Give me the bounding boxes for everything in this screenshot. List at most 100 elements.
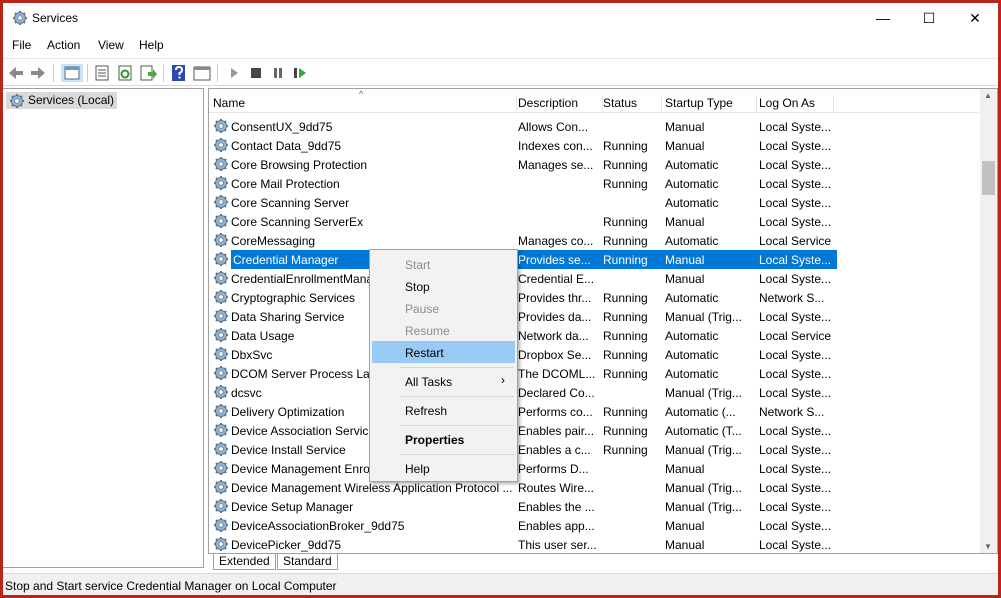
tab-extended[interactable]: Extended xyxy=(213,554,276,570)
service-row[interactable]: Data Usage Network da... Running Automatic L… xyxy=(209,326,979,345)
cell-log-on-as: Local Syste... xyxy=(759,367,832,381)
cell-startup-type: Manual (Trig... xyxy=(665,443,742,457)
column-log-on-as[interactable]: Log On As xyxy=(759,96,834,113)
menu-item-restart[interactable]: Restart xyxy=(372,341,515,363)
menu-action[interactable]: Action xyxy=(47,38,80,52)
vertical-scrollbar[interactable]: ▲ ▼ xyxy=(980,89,997,553)
service-row[interactable]: ConsentUX_9dd75 Allows Con... Manual Local … xyxy=(209,117,979,136)
service-row[interactable]: Contact Data_9dd75 Indexes con... Running M… xyxy=(209,136,979,155)
service-row[interactable]: Core Scanning ServerEx Running Manual Local… xyxy=(209,212,979,231)
column-description[interactable]: Description xyxy=(518,96,603,113)
show-action-pane-icon[interactable] xyxy=(193,64,211,82)
service-row[interactable]: CredentialEnrollmentManagerUserSvc_9dd75… xyxy=(209,269,979,288)
toolbar-separator xyxy=(163,64,164,82)
cell-log-on-as: Local Syste... xyxy=(759,120,832,134)
cell-log-on-as: Local Syste... xyxy=(759,538,832,552)
cell-log-on-as: Local Service xyxy=(759,329,832,343)
service-row[interactable]: Device Management Wireless Application P… xyxy=(209,478,979,497)
service-gear-icon xyxy=(213,308,229,324)
service-row[interactable]: dcsvc Declared Co... Manual (Trig... Local … xyxy=(209,383,979,402)
refresh-icon[interactable] xyxy=(116,64,134,82)
menu-separator xyxy=(400,396,514,397)
service-gear-icon xyxy=(213,384,229,400)
cell-log-on-as: Local Syste... xyxy=(759,215,832,229)
service-row[interactable]: DevicePicker_9dd75 This user ser... Manual… xyxy=(209,535,979,554)
cell-description: Manages co... xyxy=(518,234,594,248)
service-gear-icon xyxy=(213,441,229,457)
column-name[interactable]: Name xyxy=(213,96,517,113)
menu-separator xyxy=(400,425,514,426)
menu-view[interactable]: View xyxy=(98,38,124,52)
cell-startup-type: Manual xyxy=(665,538,705,552)
cell-log-on-as: Local Syste... xyxy=(759,386,832,400)
export-list-icon[interactable] xyxy=(139,64,157,82)
maximize-button[interactable]: ☐ xyxy=(906,3,952,33)
service-row[interactable]: DCOM Server Process Launcher The DCOML...… xyxy=(209,364,979,383)
service-row[interactable]: Core Browsing Protection Manages se... Run… xyxy=(209,155,979,174)
service-row[interactable]: CoreMessaging Manages co... Running Automat… xyxy=(209,231,979,250)
menu-item-stop[interactable]: Stop xyxy=(372,275,515,297)
scroll-down-icon[interactable]: ▼ xyxy=(984,542,992,551)
cell-status: Running xyxy=(603,215,648,229)
start-service-icon[interactable] xyxy=(225,64,243,82)
service-gear-icon xyxy=(213,460,229,476)
menu-item-properties[interactable]: Properties xyxy=(372,428,515,450)
cell-startup-type: Manual xyxy=(665,519,705,533)
service-row[interactable]: Delivery Optimization Performs co... Runni… xyxy=(209,402,979,421)
cell-description: Credential E... xyxy=(518,272,595,286)
sort-ascending-icon: ^ xyxy=(359,89,364,99)
cell-log-on-as: Local Syste... xyxy=(756,250,837,269)
forward-icon[interactable] xyxy=(29,64,47,82)
column-startup-type[interactable]: Startup Type xyxy=(665,96,757,113)
toolbar xyxy=(3,58,998,86)
back-icon[interactable] xyxy=(7,64,25,82)
service-row[interactable]: Credential Manager Provides se... Running M… xyxy=(209,250,979,269)
service-row[interactable]: DbxSvc Dropbox Se... Running Automatic Local… xyxy=(209,345,979,364)
cell-log-on-as: Local Syste... xyxy=(759,348,832,362)
tab-standard[interactable]: Standard xyxy=(277,554,338,570)
cell-log-on-as: Local Syste... xyxy=(759,158,832,172)
tree-node-services-local[interactable]: Services (Local) xyxy=(6,92,118,109)
service-row[interactable]: Device Setup Manager Enables the ... Manua… xyxy=(209,497,979,516)
menu-file[interactable]: File xyxy=(12,38,31,52)
cell-description: Declared Co... xyxy=(518,386,595,400)
service-gear-icon xyxy=(213,422,229,438)
close-button[interactable]: ✕ xyxy=(952,3,998,33)
submenu-arrow-icon: › xyxy=(501,373,505,387)
menu-item-help[interactable]: Help xyxy=(372,457,515,479)
service-row[interactable]: Device Install Service Enables a c... Runn… xyxy=(209,440,979,459)
cell-startup-type: Manual (Trig... xyxy=(665,481,742,495)
service-row[interactable]: Core Scanning Server Automatic Local Syste… xyxy=(209,193,979,212)
help-icon[interactable] xyxy=(170,64,188,82)
service-gear-icon xyxy=(213,346,229,362)
menu-item-refresh[interactable]: Refresh xyxy=(372,399,515,421)
cell-description: Routes Wire... xyxy=(518,481,595,495)
minimize-button[interactable]: — xyxy=(860,3,906,33)
cell-startup-type: Manual xyxy=(665,272,705,286)
all-tasks-label: All Tasks xyxy=(405,375,453,389)
service-gear-icon xyxy=(213,118,229,134)
cell-name: Credential Manager xyxy=(231,250,369,269)
service-row[interactable]: Device Management Enrollment Service Perf… xyxy=(209,459,979,478)
restart-service-icon[interactable] xyxy=(291,64,309,82)
menu-item-all-tasks[interactable]: All Tasks › xyxy=(372,370,515,392)
service-gear-icon xyxy=(213,251,229,267)
pause-service-icon[interactable] xyxy=(269,64,287,82)
show-hide-tree-icon[interactable] xyxy=(61,64,83,82)
service-row[interactable]: Core Mail Protection Running Automatic Loca… xyxy=(209,174,979,193)
service-gear-icon xyxy=(213,289,229,305)
service-row[interactable]: Data Sharing Service Provides da... Runnin… xyxy=(209,307,979,326)
cell-status: Running xyxy=(603,310,648,324)
service-row[interactable]: Cryptographic Services Provides thr... Run… xyxy=(209,288,979,307)
service-row[interactable]: Device Association Service Enables pair..… xyxy=(209,421,979,440)
properties-icon[interactable] xyxy=(93,64,111,82)
scroll-up-icon[interactable]: ▲ xyxy=(984,91,992,100)
menu-help[interactable]: Help xyxy=(139,38,164,52)
cell-startup-type: Manual xyxy=(665,139,705,153)
cell-log-on-as: Network S... xyxy=(759,405,825,419)
service-row[interactable]: DeviceAssociationBroker_9dd75 Enables app… xyxy=(209,516,979,535)
menu-item-resume: Resume xyxy=(405,324,450,338)
column-status[interactable]: Status xyxy=(603,96,662,113)
scrollbar-thumb[interactable] xyxy=(982,161,995,195)
stop-service-icon[interactable] xyxy=(247,64,265,82)
